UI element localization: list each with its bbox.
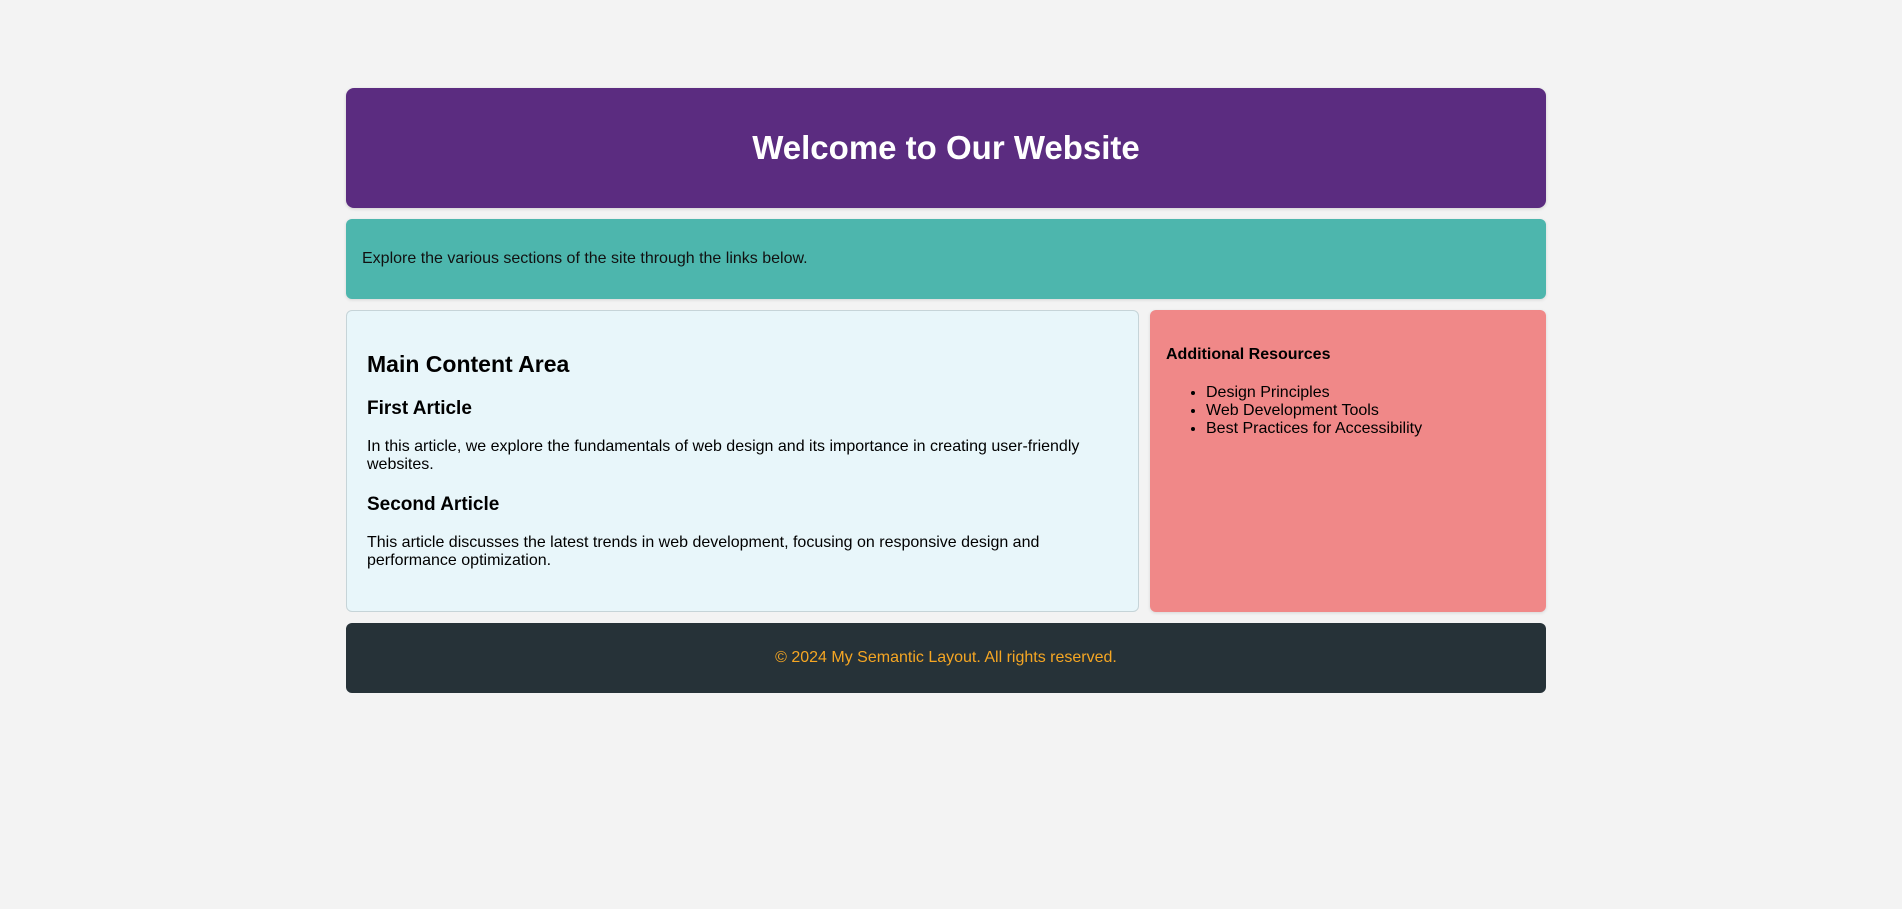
list-item: Web Development Tools xyxy=(1206,402,1530,420)
article-first: First Article In this article, we explor… xyxy=(367,398,1118,474)
resource-list: Design Principles Web Development Tools … xyxy=(1166,384,1530,438)
list-item: Best Practices for Accessibility xyxy=(1206,420,1530,438)
page-container: Welcome to Our Website Explore the vario… xyxy=(346,88,1546,693)
nav-description: Explore the various sections of the site… xyxy=(362,250,808,267)
article-second: Second Article This article discusses th… xyxy=(367,494,1118,570)
main-heading: Main Content Area xyxy=(367,351,570,377)
site-nav: Explore the various sections of the site… xyxy=(346,219,1546,299)
article-title: Second Article xyxy=(367,494,500,515)
site-footer: © 2024 My Semantic Layout. All rights re… xyxy=(346,623,1546,693)
site-header: Welcome to Our Website xyxy=(346,88,1546,208)
page-title: Welcome to Our Website xyxy=(752,129,1140,166)
article-body: This article discusses the latest trends… xyxy=(367,534,1040,569)
article-title: First Article xyxy=(367,398,472,419)
sidebar-heading: Additional Resources xyxy=(1166,346,1331,363)
footer-copyright: © 2024 My Semantic Layout. All rights re… xyxy=(775,649,1117,666)
article-body: In this article, we explore the fundamen… xyxy=(367,438,1080,473)
content-row: Main Content Area First Article In this … xyxy=(346,310,1546,612)
main-content: Main Content Area First Article In this … xyxy=(346,310,1139,612)
sidebar-resources: Additional Resources Design Principles W… xyxy=(1150,310,1546,612)
list-item: Design Principles xyxy=(1206,384,1530,402)
